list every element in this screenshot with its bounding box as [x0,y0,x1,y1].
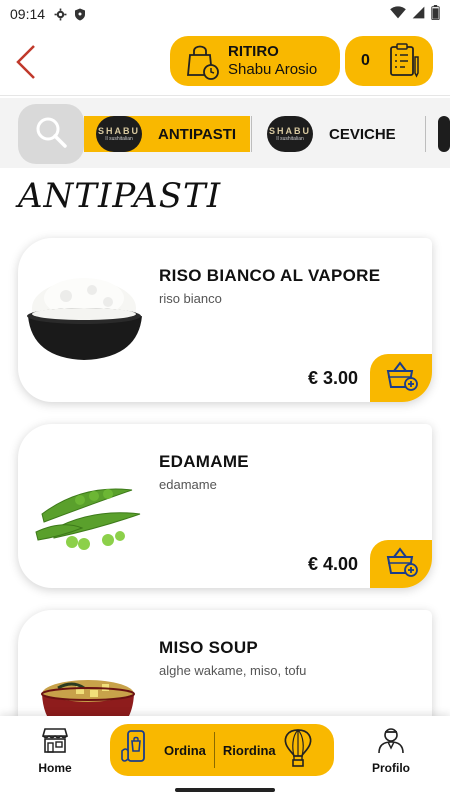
product-name: RISO BIANCO AL VAPORE [159,266,381,285]
add-to-basket-button[interactable] [370,354,432,402]
product-card[interactable]: RISO BIANCO AL VAPORE riso bianco € 3.00 [18,238,432,402]
nav-home-label: Home [38,761,72,775]
status-bar: 09:14 [0,0,450,28]
shabu-logo: SHABU Il sushitalian [96,116,142,152]
product-name: EDAMAME [159,452,249,471]
product-description: edamame [159,477,217,492]
basket-plus-icon [384,360,418,396]
product-price: € 4.00 [307,554,358,574]
section-title: ANTIPASTI [18,176,222,216]
hot-air-balloon-icon [282,728,314,773]
top-bar: RITIRO Shabu Arosio 0 [0,28,450,96]
back-arrow-icon[interactable] [12,42,42,82]
pickup-mode-label: RITIRO [228,43,279,60]
category-label: ANTIPASTI [158,125,237,143]
product-description: riso bianco [159,291,222,306]
category-label: CEVICHE [329,125,396,143]
category-tab-ceviche[interactable]: SHABU Il sushitalian CEVICHE [255,116,425,152]
shabu-logo: SHABU Il sushitalian [267,116,313,152]
nav-order[interactable]: Ordina [110,724,206,776]
product-description: alghe wakame, miso, tofu [159,663,307,678]
pickup-store-name: Shabu Arosio [228,61,318,78]
order-reorder-pill: Ordina Riordina [110,724,334,776]
order-checklist-icon [387,43,421,79]
category-tab-antipasti[interactable]: SHABU Il sushitalian ANTIPASTI [84,116,250,152]
pill-divider [213,732,215,768]
category-tab-next[interactable] [428,116,450,152]
cellular-signal-icon [412,6,425,22]
pickup-store-selector[interactable]: RITIRO Shabu Arosio [170,36,340,86]
product-card[interactable]: EDAMAME edamame € 4.00 [18,424,432,588]
phone-order-icon [120,729,154,772]
nav-profile-label: Profilo [372,761,410,775]
shopping-bag-clock-icon [182,41,222,81]
category-divider [425,116,426,152]
user-profile-icon [376,726,406,759]
basket-plus-icon [384,546,418,582]
nav-profile[interactable]: Profilo [361,726,421,776]
shop-home-icon [40,726,70,759]
edamame-image [22,444,152,564]
settings-gear-icon [53,7,67,21]
wifi-icon [390,6,406,22]
system-home-indicator [175,788,275,792]
product-price: € 3.00 [307,368,358,388]
battery-icon [431,5,440,23]
nav-order-label: Ordina [164,742,206,758]
add-to-basket-button[interactable] [370,540,432,588]
shield-icon [73,7,87,21]
nav-reorder-label: Riordina [222,742,276,758]
nav-home[interactable]: Home [25,726,85,776]
rice-bowl-image [22,258,152,378]
status-time: 09:14 [10,6,46,22]
search-icon [34,115,68,154]
search-button[interactable] [18,104,84,164]
shabu-logo [438,116,450,152]
order-list-button[interactable]: 0 [345,36,433,86]
product-name: MISO SOUP [159,638,259,657]
category-bar: SHABU Il sushitalian ANTIPASTI SHABU Il su… [0,98,450,168]
cart-count: 0 [361,52,370,69]
nav-reorder[interactable]: Riordina [223,724,314,776]
category-divider [251,116,252,152]
